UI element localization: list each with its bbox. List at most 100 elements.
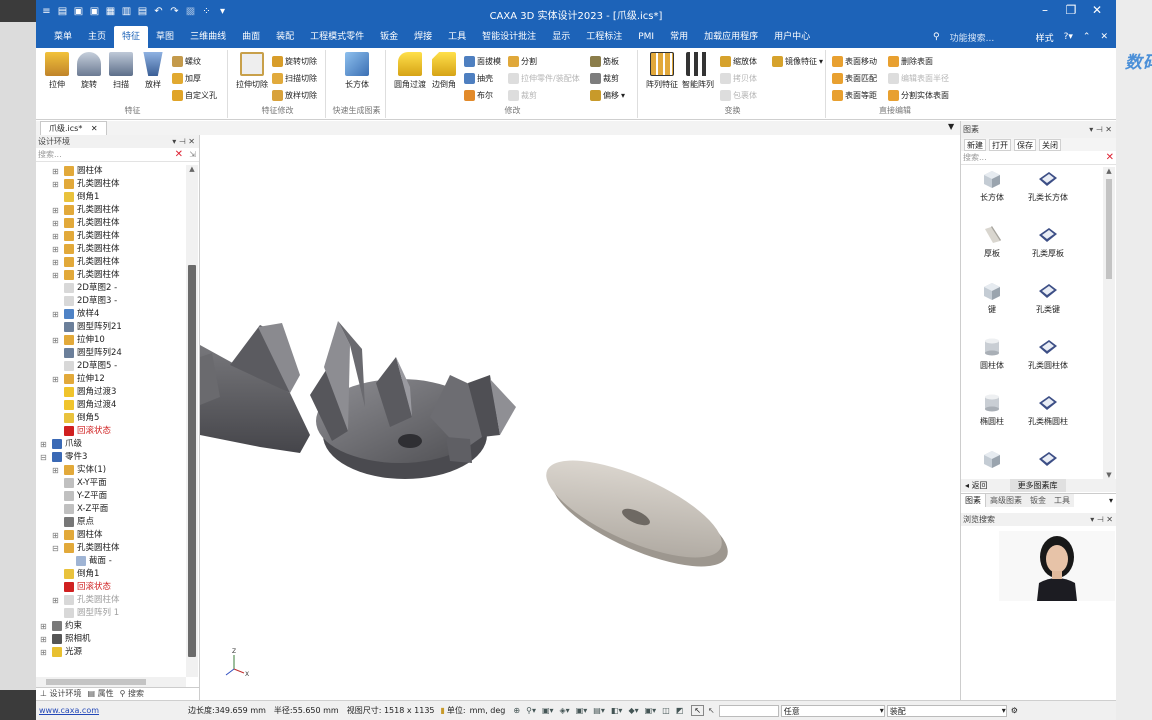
expand-toggle-icon[interactable]: ⊞	[52, 178, 60, 191]
split-button[interactable]: 分割	[508, 54, 537, 68]
tree-node[interactable]: 原点	[36, 516, 186, 529]
expand-toggle-icon[interactable]: ⊞	[40, 633, 48, 646]
tree-hscrollbar[interactable]	[36, 677, 186, 687]
style-menu[interactable]: 样式	[1036, 31, 1054, 44]
light-icon[interactable]: ◆▾	[628, 706, 638, 715]
claw-part-2[interactable]	[310, 321, 516, 479]
units-value[interactable]: mm, deg	[470, 706, 506, 715]
mirror-feature-button[interactable]: 镜像特征 ▾	[772, 54, 823, 68]
input-field[interactable]	[718, 704, 779, 717]
face-offset-button[interactable]: 表面等距	[832, 88, 877, 102]
search-icon[interactable]: ⚲	[933, 32, 940, 42]
custom-hole-button[interactable]: 自定义孔	[172, 88, 217, 102]
thicken-button[interactable]: 加厚	[172, 71, 201, 85]
split-face-button[interactable]: 分割实体表面	[888, 88, 949, 102]
tree-node[interactable]: ⊞ 圆柱体	[36, 165, 186, 178]
section-icon[interactable]: ◧▾	[611, 706, 623, 715]
fillet-button[interactable]: 圆角过渡	[392, 52, 428, 90]
3d-viewport[interactable]: Z X	[200, 135, 960, 700]
tab-13[interactable]: 工程标注	[578, 26, 630, 48]
revolve-cut-button[interactable]: 旋转切除	[272, 54, 317, 68]
pan-icon[interactable]: ▣▾	[542, 706, 554, 715]
tree-node[interactable]: ⊞ 约束	[36, 620, 186, 633]
close-tab-icon[interactable]: ✕	[91, 124, 98, 133]
catalog-item[interactable]: 键	[961, 281, 1023, 315]
close-catalog-button[interactable]: 关闭	[1039, 139, 1061, 151]
rib-button[interactable]: 筋板	[590, 54, 619, 68]
tree-node[interactable]: Y-Z平面	[36, 490, 186, 503]
washer-part[interactable]	[534, 441, 740, 586]
tree-node[interactable]: 圆型阵列21	[36, 321, 186, 334]
tree-node[interactable]: 回滚状态	[36, 425, 186, 438]
tab-5[interactable]: 曲面	[234, 26, 268, 48]
loft-button[interactable]: 放样	[138, 52, 168, 90]
expand-toggle-icon[interactable]: ⊞	[52, 243, 60, 256]
expand-toggle-icon[interactable]: ⊞	[52, 230, 60, 243]
catalog-item[interactable]: 孔类椭圆柱	[1017, 393, 1079, 427]
clear-search-icon[interactable]: ✕	[175, 148, 183, 162]
filter-select[interactable]: 任意 ▾	[780, 704, 885, 717]
catalog-item[interactable]: 长方体	[961, 169, 1023, 203]
clear-search-icon[interactable]: ✕	[1106, 151, 1114, 165]
tree-scrollbar[interactable]: ▲	[186, 165, 198, 677]
measure-icon[interactable]: ◫	[662, 706, 670, 715]
expand-toggle-icon[interactable]: ⊞	[52, 256, 60, 269]
tree-node[interactable]: 2D草图2 -	[36, 282, 186, 295]
tree-node[interactable]: ⊞ 爪级	[36, 438, 186, 451]
tree-node[interactable]: ⊞ 放样4	[36, 308, 186, 321]
boolean-button[interactable]: 布尔	[464, 88, 493, 102]
new-catalog-button[interactable]: 新建	[964, 139, 986, 151]
tab-10[interactable]: 工具	[440, 26, 474, 48]
catalog-search-input[interactable]: 搜索...	[963, 153, 987, 162]
shell-button[interactable]: 抽壳	[464, 71, 493, 85]
tree-node[interactable]: ⊞ 孔类圆柱体	[36, 256, 186, 269]
tab-9[interactable]: 焊接	[406, 26, 440, 48]
open-catalog-button[interactable]: 打开	[989, 139, 1011, 151]
tab-3[interactable]: 草图	[148, 26, 182, 48]
box-button[interactable]: 长方体	[340, 52, 374, 90]
settings-icon[interactable]: ⚙	[1011, 706, 1018, 715]
expand-toggle-icon[interactable]: ⊞	[52, 204, 60, 217]
tree-node[interactable]: ⊞ 拉伸10	[36, 334, 186, 347]
tab-0[interactable]: 菜单	[46, 26, 80, 48]
tab-elements[interactable]: 图素	[961, 494, 986, 507]
zoom-icon[interactable]: ⊕	[513, 706, 520, 715]
tree-node[interactable]: 2D草图5 -	[36, 360, 186, 373]
expand-toggle-icon[interactable]: ⊞	[40, 438, 48, 451]
tab-14[interactable]: PMI	[630, 26, 662, 48]
tree-node[interactable]: 倒角1	[36, 191, 186, 204]
catalog-item[interactable]: 圆柱体	[961, 337, 1023, 371]
tree-node[interactable]: ⊞ 照相机	[36, 633, 186, 646]
tree-node[interactable]: ⊟ 零件3	[36, 451, 186, 464]
expand-toggle-icon[interactable]: ⊞	[52, 464, 60, 477]
offset-button[interactable]: 偏移 ▾	[590, 88, 625, 102]
tab-7[interactable]: 工程模式零件	[302, 26, 372, 48]
scroll-thumb[interactable]	[188, 265, 196, 657]
tab-11[interactable]: 智能设计批注	[474, 26, 544, 48]
tree-node[interactable]: ⊞ 孔类圆柱体	[36, 269, 186, 282]
expand-toggle-icon[interactable]: ⊟	[40, 451, 48, 464]
tree-node[interactable]: 圆角过渡4	[36, 399, 186, 412]
tree-node[interactable]: 圆角过渡3	[36, 386, 186, 399]
tree-node[interactable]: 2D草图3 -	[36, 295, 186, 308]
tree-node[interactable]: ⊞ 光源	[36, 646, 186, 659]
tree-node[interactable]: ⊞ 圆柱体	[36, 529, 186, 542]
tab-sheet-metal[interactable]: 钣金	[1026, 494, 1050, 507]
expand-toggle-icon[interactable]: ⊞	[52, 334, 60, 347]
panel-pin-icon[interactable]: ▾ ⊣ ✕	[172, 135, 195, 148]
pattern-feature-button[interactable]: 阵列特征	[644, 52, 680, 90]
tab-8[interactable]: 钣金	[372, 26, 406, 48]
expand-toggle-icon[interactable]: ⊞	[40, 620, 48, 633]
tab-tools[interactable]: 工具	[1050, 494, 1074, 507]
trim2-button[interactable]: 裁剪	[590, 71, 619, 85]
catalog-item[interactable]	[961, 449, 1023, 472]
catalog-item[interactable]: 孔类键	[1017, 281, 1079, 315]
sweep-cut-button[interactable]: 扫描切除	[272, 71, 317, 85]
tab-12[interactable]: 显示	[544, 26, 578, 48]
filter2-select[interactable]: 装配 ▾	[886, 704, 1007, 717]
loft-cut-button[interactable]: 放样切除	[272, 88, 317, 102]
tree-node[interactable]: ⊞ 孔类圆柱体	[36, 178, 186, 191]
select-tool-icon[interactable]: ↖	[691, 705, 705, 716]
expand-toggle-icon[interactable]: ⊞	[52, 217, 60, 230]
tabs-menu-icon[interactable]: ▾	[1109, 494, 1116, 507]
